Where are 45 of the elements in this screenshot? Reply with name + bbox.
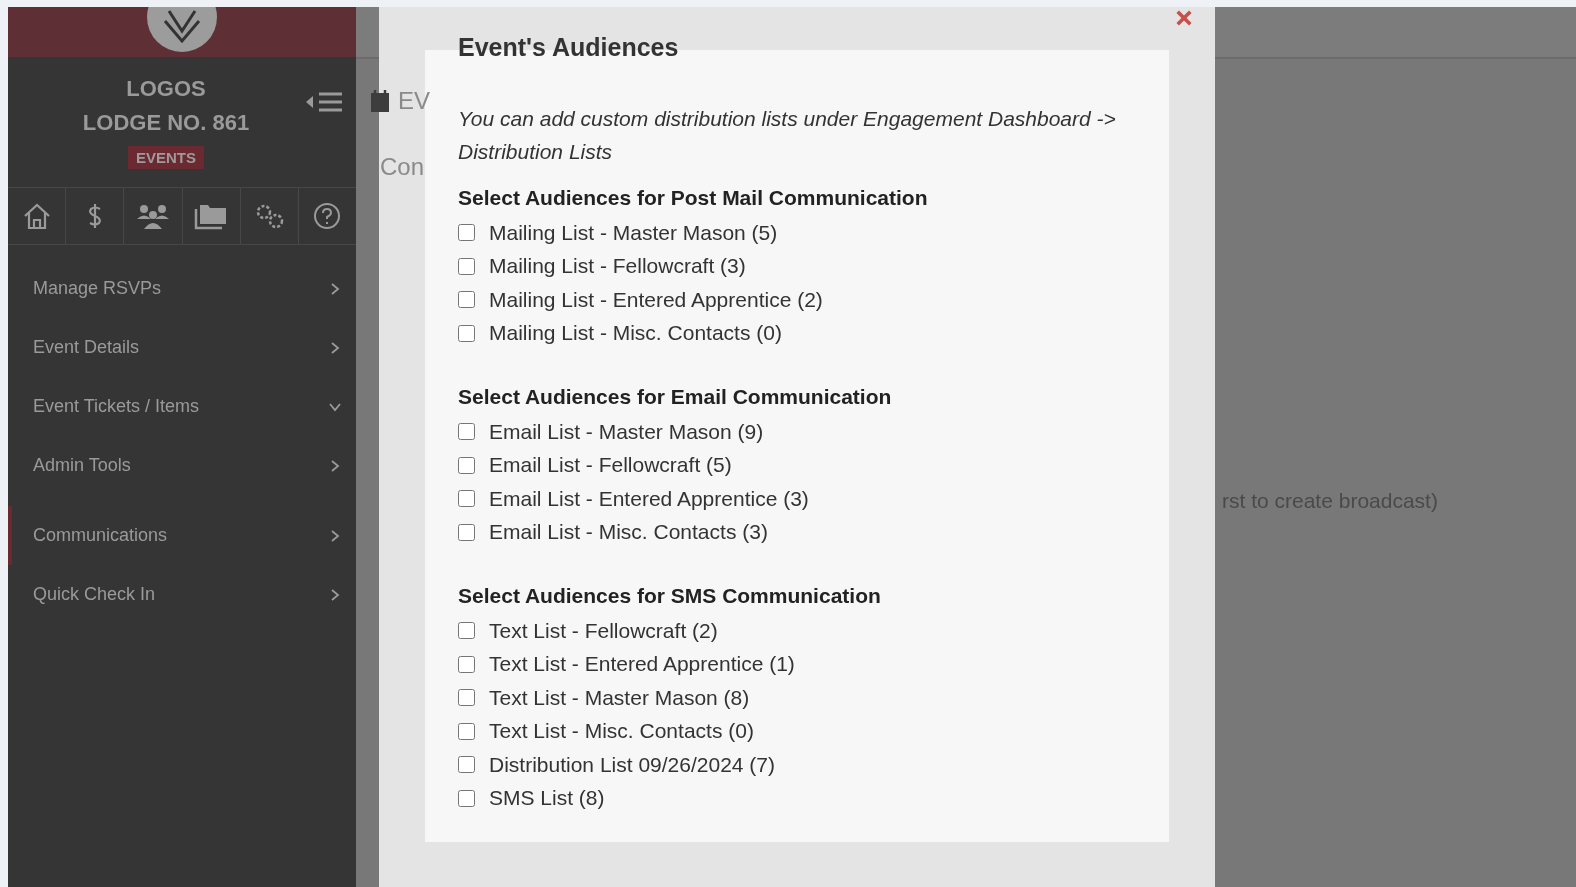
section-badge: EVENTS (128, 145, 204, 169)
checkbox[interactable] (458, 324, 475, 342)
checkbox-label[interactable]: Email List - Entered Apprentice (3) (489, 486, 809, 511)
checkbox[interactable] (458, 224, 475, 242)
checkbox-label[interactable]: Mailing List - Master Mason (5) (489, 220, 778, 245)
checkbox-label[interactable]: Email List - Master Mason (9) (489, 419, 764, 444)
checkbox-label[interactable]: Text List - Misc. Contacts (0) (489, 719, 754, 744)
group-heading: Select Audiences for SMS Communication (458, 583, 882, 609)
checkbox[interactable] (458, 257, 475, 275)
checkbox[interactable] (458, 722, 475, 740)
sidebar-menu-item[interactable]: Event Tickets / Items (8, 377, 356, 436)
checkbox[interactable] (458, 689, 475, 707)
checkbox[interactable] (458, 523, 475, 541)
sidebar-menu-item[interactable]: Event Details (8, 318, 356, 377)
checkbox-label[interactable]: Text List - Master Mason (8) (489, 685, 750, 710)
page-heading: EV (398, 87, 430, 115)
checkbox[interactable] (458, 291, 475, 309)
checkbox[interactable] (458, 622, 475, 640)
checkbox[interactable] (458, 490, 475, 508)
sidebar-menu-item[interactable]: Manage RSVPs (8, 259, 356, 318)
sidebar-menu-item[interactable]: Admin Tools (8, 436, 356, 495)
group-heading: Select Audiences for Post Mail Communication (458, 185, 929, 211)
checkbox-label[interactable]: Email List - Fellowcraft (5) (489, 453, 732, 478)
checkbox[interactable] (458, 423, 475, 441)
checkbox-label[interactable]: Mailing List - Fellowcraft (3) (489, 254, 746, 279)
sidebar-menu-item[interactable]: Quick Check In (8, 565, 356, 624)
checkbox-label[interactable]: Distribution List 09/26/2024 (7) (489, 752, 775, 777)
checkbox[interactable] (458, 756, 475, 774)
note-text: You can add custom distribution lists under Engagement Dashboard -> Distribution Lists (458, 106, 1117, 165)
checkbox-label[interactable]: SMS List (8) (489, 786, 605, 811)
section-label: Con (380, 153, 425, 181)
checkbox-label[interactable]: Mailing List - Entered Apprentice (2) (489, 287, 823, 312)
checkbox-label[interactable]: Email List - Misc. Contacts (3) (489, 520, 768, 545)
modal-title: Event's Audiences (458, 32, 680, 63)
lodge-name: LOGOS (126, 75, 206, 102)
lodge-name: LODGE NO. 861 (82, 109, 250, 136)
checkbox[interactable] (458, 655, 475, 673)
calendar-icon (370, 89, 390, 113)
checkbox[interactable] (458, 789, 475, 807)
checkbox-label[interactable]: Text List - Entered Apprentice (1) (489, 652, 795, 677)
collapse-menu-icon[interactable] (304, 91, 344, 113)
checkbox-label[interactable]: Text List - Fellowcraft (2) (489, 618, 718, 643)
checkbox-label[interactable]: Mailing List - Misc. Contacts (0) (489, 321, 782, 346)
checkbox[interactable] (458, 456, 475, 474)
group-heading: Select Audiences for Email Communication (458, 384, 893, 410)
